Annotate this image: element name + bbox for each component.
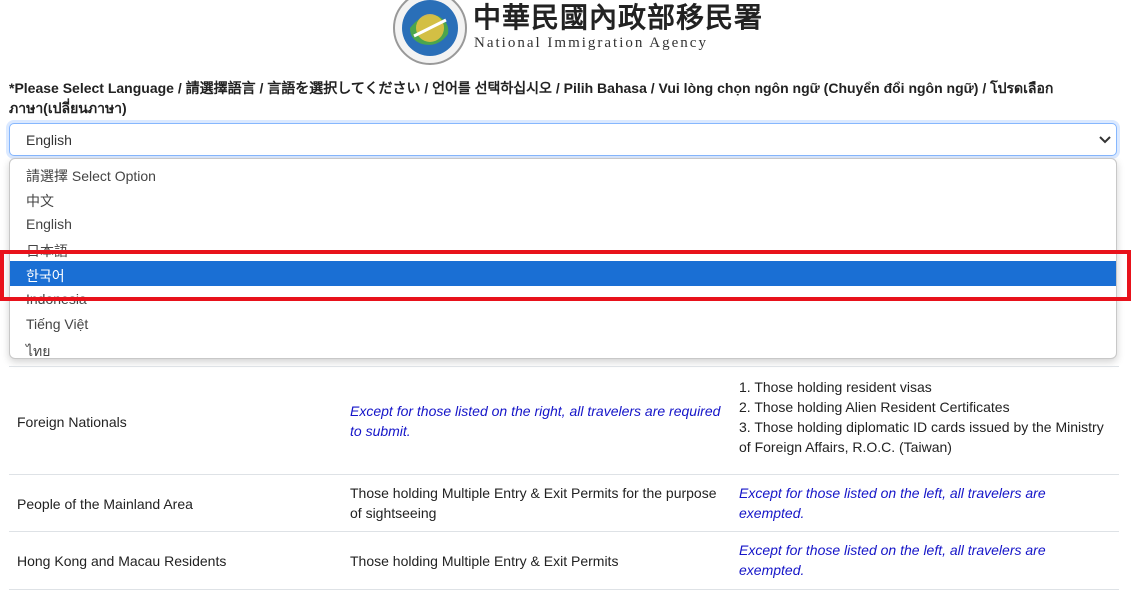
category-cell: People of the Mainland Area xyxy=(17,496,193,512)
exempted-cell: Except for those listed on the left, all… xyxy=(739,485,1046,521)
required-cell: Except for those listed on the right, al… xyxy=(350,403,721,439)
language-select-value: English xyxy=(26,132,72,148)
exempted-line: 3. Those holding diplomatic ID cards iss… xyxy=(739,419,1104,455)
table-row: Foreign Nationals Except for those liste… xyxy=(9,366,1119,475)
header: 中華民國內政部移民署 National Immigration Agency xyxy=(0,0,1141,66)
exempted-cell: Except for those listed on the left, all… xyxy=(739,542,1046,578)
required-cell: Those holding Multiple Entry & Exit Perm… xyxy=(350,485,717,521)
highlight-annotation-box xyxy=(0,250,1131,301)
category-cell: Foreign Nationals xyxy=(17,414,127,430)
category-cell: Hong Kong and Macau Residents xyxy=(17,553,227,569)
table-row: People of the Mainland Area Those holdin… xyxy=(9,474,1119,532)
table-row: Hong Kong and Macau Residents Those hold… xyxy=(9,531,1119,590)
exempted-line: 1. Those holding resident visas xyxy=(739,379,932,395)
exempted-cell: 1. Those holding resident visas 2. Those… xyxy=(739,377,1111,457)
agency-name-english: National Immigration Agency xyxy=(474,35,708,51)
language-option[interactable]: Tiếng Việt xyxy=(10,311,1116,336)
language-option[interactable]: English xyxy=(10,211,1116,236)
language-select-label: *Please Select Language / 請選擇語言 / 言語を選択し… xyxy=(9,80,1054,116)
language-option[interactable]: ไทย xyxy=(10,336,1116,358)
language-option[interactable]: 請選擇 Select Option xyxy=(10,161,1116,186)
language-option[interactable]: 中文 xyxy=(10,186,1116,211)
agency-name-chinese: 中華民國內政部移民署 xyxy=(473,1,764,34)
language-select[interactable]: English xyxy=(9,123,1117,156)
agency-logo xyxy=(392,0,468,66)
chevron-down-icon xyxy=(1099,136,1111,144)
required-cell: Those holding Multiple Entry & Exit Perm… xyxy=(350,553,619,569)
exempted-line: 2. Those holding Alien Resident Certific… xyxy=(739,399,1010,415)
